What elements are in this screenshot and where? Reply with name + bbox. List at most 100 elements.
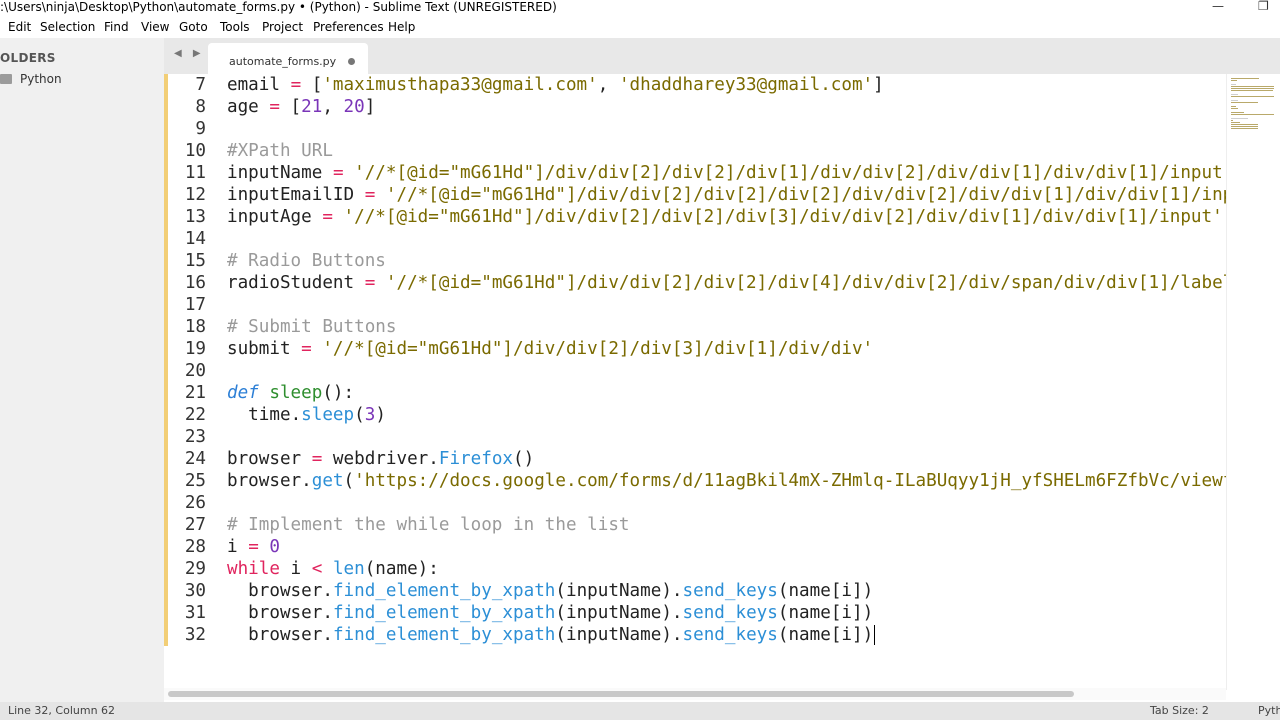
menu-project[interactable]: Project	[262, 20, 303, 35]
window-title: :\Users\ninja\Desktop\Python\automate_fo…	[0, 0, 557, 14]
code-line[interactable]: browser.find_element_by_xpath(inputName)…	[227, 624, 876, 646]
code-token: len	[332, 559, 365, 579]
code-token: browser	[227, 581, 323, 601]
minimap-line	[1231, 114, 1274, 115]
code-token: (inputName)	[555, 581, 672, 601]
syntax-setting[interactable]: Pyth	[1258, 704, 1280, 717]
title-bar: :\Users\ninja\Desktop\Python\automate_fo…	[0, 0, 1280, 16]
code-token: ,	[322, 97, 344, 117]
code-token: '//*[@id="mG61Hd"]/div/div[2]/div[2]/div…	[385, 185, 1227, 205]
code-token: [	[279, 97, 302, 117]
tab-nav-arrows[interactable]: ◀ ▶	[174, 48, 205, 59]
line-number: 17	[184, 295, 206, 315]
code-line[interactable]: browser.find_element_by_xpath(inputName)…	[227, 580, 873, 602]
sidebar-folder-python[interactable]: Python	[0, 71, 164, 87]
restore-button[interactable]: ❐	[1258, 0, 1269, 12]
code-token: (inputName)	[555, 603, 672, 623]
code-token: .	[671, 581, 683, 601]
code-token: .	[322, 603, 333, 623]
code-token: i	[227, 537, 238, 557]
code-token: .	[671, 603, 683, 623]
tab-size-setting[interactable]: Tab Size: 2	[1150, 704, 1209, 717]
line-number: 11	[184, 163, 206, 183]
minimap-line	[1231, 96, 1274, 97]
code-line[interactable]: # Submit Buttons	[227, 316, 396, 338]
menu-bar: Edit Selection Find View Goto Tools Proj…	[0, 17, 1280, 38]
horizontal-scrollbar[interactable]	[164, 688, 1226, 700]
sidebar-folder-label: Python	[20, 72, 62, 86]
dirty-dot-icon[interactable]	[348, 58, 355, 65]
menu-edit[interactable]: Edit	[8, 20, 31, 35]
line-number: 27	[184, 515, 206, 535]
code-line[interactable]: inputEmailID = '//*[@id="mG61Hd"]/div/di…	[227, 184, 1227, 206]
menu-view[interactable]: View	[141, 20, 169, 35]
code-token: find_element_by_xpath	[332, 603, 556, 623]
code-line[interactable]: radioStudent = '//*[@id="mG61Hd"]/div/di…	[227, 272, 1227, 294]
code-token: '//*[@id="mG61Hd"]/div/div[2]/div[2]/div…	[385, 273, 1227, 293]
code-token: (	[354, 405, 365, 425]
code-line[interactable]: i = 0	[227, 536, 280, 558]
scrollbar-thumb[interactable]	[168, 691, 1074, 697]
menu-selection[interactable]: Selection	[40, 20, 95, 35]
line-number: 8	[195, 97, 206, 117]
menu-preferences[interactable]: Preferences	[313, 20, 384, 35]
status-bar: Line 32, Column 62 Tab Size: 2 Pyth	[0, 702, 1280, 720]
code-token: 'maximusthapa33@gmail.com'	[322, 75, 598, 95]
minimap-line	[1231, 90, 1273, 91]
code-token: '//*[@id="mG61Hd"]/div/div[2]/div[2]/div…	[354, 163, 1227, 183]
code-token: webdriver	[322, 449, 429, 469]
menu-goto[interactable]: Goto	[179, 20, 208, 35]
code-line[interactable]: #XPath URL	[227, 140, 333, 162]
code-token: (name[i])	[777, 625, 874, 645]
code-line[interactable]: # Radio Buttons	[227, 250, 386, 272]
code-token: =	[332, 163, 344, 183]
minimap-line	[1231, 108, 1238, 109]
code-token: def	[227, 383, 259, 403]
code-token: send_keys	[682, 603, 778, 623]
tab-automate-forms[interactable]: automate_forms.py	[208, 43, 368, 74]
code-line[interactable]: browser = webdriver.Firefox()	[227, 448, 534, 470]
minimize-button[interactable]: —	[1212, 0, 1224, 12]
line-number: 9	[195, 119, 206, 139]
code-token: =	[322, 207, 333, 227]
code-token: ,	[597, 75, 619, 95]
minimap-line	[1231, 106, 1236, 107]
code-line[interactable]: time.sleep(3)	[227, 404, 386, 426]
code-area[interactable]: email = ['maximusthapa33@gmail.com', 'dh…	[227, 74, 1227, 690]
code-token: 20	[343, 97, 365, 117]
code-token: (name):	[364, 559, 439, 579]
code-line[interactable]: age = [21, 20]	[227, 96, 375, 118]
code-line[interactable]: def sleep():	[227, 382, 354, 404]
minimap-line	[1231, 94, 1238, 95]
code-line[interactable]: browser.get('https://docs.google.com/for…	[227, 470, 1227, 492]
code-token: '//*[@id="mG61Hd"]/div/div[2]/div[2]/div…	[343, 207, 1223, 227]
code-line[interactable]: while i < len(name):	[227, 558, 439, 580]
code-line[interactable]: inputName = '//*[@id="mG61Hd"]/div/div[2…	[227, 162, 1227, 184]
code-token: .	[322, 581, 333, 601]
code-token: find_element_by_xpath	[332, 625, 556, 645]
code-editor[interactable]: 7 8 9 10 11 12 13 14 15 16 17 18 19 20 21 22 23 24 25 26 27 2…	[164, 74, 1280, 690]
code-token: .	[290, 405, 302, 425]
code-line[interactable]: submit = '//*[@id="mG61Hd"]/div/div[2]/d…	[227, 338, 873, 360]
code-line[interactable]: # Implement the while loop in the list	[227, 514, 630, 536]
code-token: .	[671, 625, 683, 645]
code-token: radioStudent	[227, 273, 355, 293]
code-token: i	[279, 559, 312, 579]
code-line[interactable]: email = ['maximusthapa33@gmail.com', 'dh…	[227, 74, 884, 96]
line-number: 26	[184, 493, 206, 513]
code-line[interactable]: inputAge = '//*[@id="mG61Hd"]/div/div[2]…	[227, 206, 1223, 228]
menu-help[interactable]: Help	[388, 20, 415, 35]
line-number: 32	[184, 625, 206, 645]
text-cursor	[874, 625, 876, 645]
code-token: 0	[269, 537, 280, 557]
minimap[interactable]	[1226, 74, 1280, 690]
code-token: .	[301, 471, 312, 491]
menu-find[interactable]: Find	[104, 20, 129, 35]
code-line[interactable]: browser.find_element_by_xpath(inputName)…	[227, 602, 873, 624]
code-token: ]	[364, 97, 376, 117]
line-number: 28	[184, 537, 206, 557]
menu-tools[interactable]: Tools	[220, 20, 250, 35]
